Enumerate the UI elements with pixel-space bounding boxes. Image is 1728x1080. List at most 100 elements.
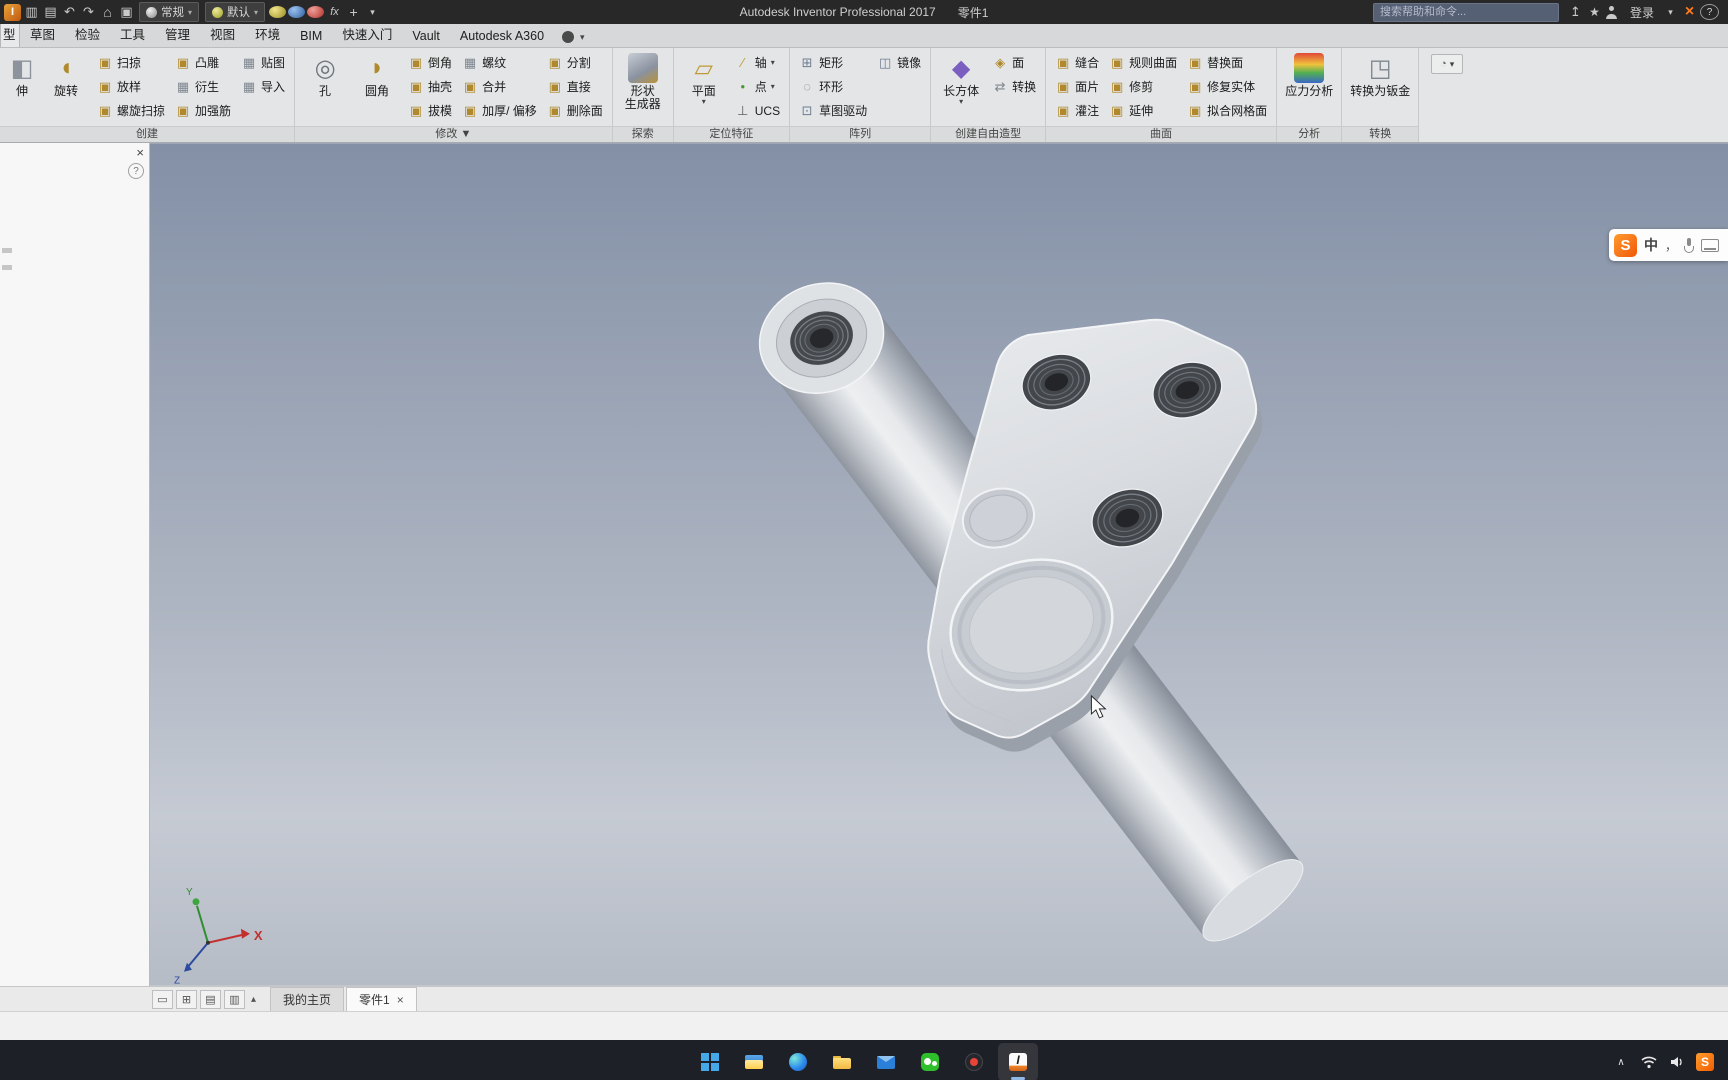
material-combo[interactable]: 常规 ▾ bbox=[139, 2, 200, 22]
freeform-face-button[interactable]: 面 bbox=[987, 51, 1041, 74]
taskbar-explorer[interactable] bbox=[734, 1043, 774, 1080]
open-icon[interactable] bbox=[23, 3, 40, 21]
ribbon-tab-3d-model[interactable]: 型 bbox=[0, 20, 20, 47]
sketch-driven-pattern-button[interactable]: 草图驱动 bbox=[794, 99, 872, 122]
mic-icon[interactable] bbox=[1684, 237, 1694, 253]
group-label-surface[interactable]: 曲面 bbox=[1046, 126, 1277, 142]
close-tab-icon[interactable]: × bbox=[397, 993, 404, 1007]
quick-launch-icon[interactable] bbox=[562, 31, 575, 43]
sphere-blue-icon[interactable] bbox=[288, 6, 306, 18]
caret-down-icon[interactable] bbox=[1662, 3, 1679, 21]
home-icon[interactable] bbox=[99, 3, 116, 21]
chamfer-button[interactable]: 倒角 bbox=[403, 51, 457, 74]
tile-horizontal-icon[interactable]: ▤ bbox=[200, 989, 221, 1009]
help-search-input[interactable] bbox=[1372, 2, 1559, 22]
taskbar-mail[interactable] bbox=[866, 1043, 906, 1080]
ime-punctuation-button[interactable]: ， bbox=[1665, 237, 1677, 254]
tile-vertical-icon[interactable]: ▥ bbox=[224, 989, 245, 1009]
appearance-combo[interactable]: 默认 ▾ bbox=[205, 2, 266, 22]
combine-button[interactable]: 合并 bbox=[457, 75, 542, 98]
save-icon[interactable] bbox=[42, 3, 59, 21]
redo-icon[interactable] bbox=[80, 3, 97, 21]
ribbon-tab-视图[interactable]: 视图 bbox=[200, 21, 245, 47]
ribbon-tab-草图[interactable]: 草图 bbox=[20, 21, 65, 47]
group-label-create[interactable]: 创建 bbox=[0, 126, 295, 142]
coil-button[interactable]: 螺旋扫掠 bbox=[92, 99, 170, 122]
split-button[interactable]: 分割 bbox=[542, 51, 608, 74]
user-icon[interactable] bbox=[1605, 5, 1622, 19]
emboss-button[interactable]: 凸雕 bbox=[170, 51, 236, 74]
rectangular-pattern-button[interactable]: 矩形 bbox=[794, 51, 872, 74]
trim-button[interactable]: 修剪 bbox=[1104, 75, 1182, 98]
customize-caret-icon[interactable] bbox=[364, 3, 381, 21]
group-label-work-features[interactable]: 定位特征 bbox=[673, 126, 790, 142]
group-label-pattern[interactable]: 阵列 bbox=[790, 126, 931, 142]
volume-icon[interactable] bbox=[1668, 1053, 1686, 1071]
doc-tab-零件1[interactable]: 零件1 × bbox=[346, 987, 417, 1011]
axis-button[interactable]: 轴▾ bbox=[730, 51, 785, 74]
group-label-simulation[interactable]: 分析 bbox=[1277, 126, 1342, 142]
group-label-explore[interactable]: 探索 bbox=[612, 126, 673, 142]
ruled-surface-button[interactable]: 规则曲面 bbox=[1104, 51, 1182, 74]
stress-analysis-button[interactable]: 应力分析 bbox=[1281, 50, 1337, 98]
hole-button[interactable]: 孔 bbox=[299, 50, 351, 98]
mirror-button[interactable]: 镜像 bbox=[872, 51, 926, 74]
taskbar-wechat[interactable] bbox=[910, 1043, 950, 1080]
app-menu-icon[interactable] bbox=[4, 3, 21, 21]
ribbon-tab-环境[interactable]: 环境 bbox=[245, 21, 290, 47]
help-icon[interactable] bbox=[1700, 4, 1719, 20]
delete-face-button[interactable]: 删除面 bbox=[542, 99, 608, 122]
import-button[interactable]: 导入 bbox=[236, 75, 290, 98]
doc-tab-我的主页[interactable]: 我的主页 bbox=[270, 987, 345, 1011]
point-button[interactable]: 点▾ bbox=[730, 75, 785, 98]
sogou-icon[interactable] bbox=[1696, 1053, 1714, 1071]
group-label-modify[interactable]: 修改 ▼ bbox=[295, 126, 612, 142]
ribbon-tab-Vault[interactable]: Vault bbox=[402, 26, 450, 47]
send-up-icon[interactable] bbox=[1567, 3, 1584, 21]
clipboard-icon[interactable] bbox=[118, 3, 135, 21]
sign-in-button[interactable]: 登录 bbox=[1630, 4, 1654, 21]
taskbar-inventor[interactable] bbox=[998, 1043, 1038, 1080]
ribbon-display-toggle[interactable]: ▾ bbox=[1431, 54, 1464, 74]
fit-mesh-face-button[interactable]: 拟合网格面 bbox=[1182, 99, 1272, 122]
caret-down-icon[interactable]: ▾ bbox=[580, 32, 585, 43]
fillet-button[interactable]: 圆角 bbox=[351, 50, 403, 98]
taskbar-folder[interactable] bbox=[822, 1043, 862, 1080]
repair-bodies-button[interactable]: 修复实体 bbox=[1182, 75, 1272, 98]
thread-button[interactable]: 螺纹 bbox=[457, 51, 542, 74]
taskbar-browser[interactable] bbox=[954, 1043, 994, 1080]
shape-generator-button[interactable]: 形状 生成器 bbox=[617, 50, 669, 111]
ribbon-tab-检验[interactable]: 检验 bbox=[65, 21, 110, 47]
convert-to-sheet-metal-button[interactable]: 转换为钣金 bbox=[1346, 50, 1414, 98]
taskbar-start[interactable] bbox=[690, 1043, 730, 1080]
viewport[interactable]: X Y Z S 中 ， bbox=[150, 143, 1728, 986]
sogou-logo[interactable]: S bbox=[1613, 233, 1637, 257]
x-logo-icon[interactable] bbox=[1681, 3, 1698, 21]
taskbar-edge[interactable] bbox=[778, 1043, 818, 1080]
chevron-up-icon[interactable] bbox=[1612, 1053, 1630, 1071]
ribbon-tab-快速入门[interactable]: 快速入门 bbox=[332, 21, 402, 47]
ucs-button[interactable]: UCS bbox=[730, 99, 785, 122]
viewport-canvas[interactable]: X Y Z bbox=[150, 143, 1728, 986]
shell-button[interactable]: 抽壳 bbox=[403, 75, 457, 98]
favorites-star-icon[interactable] bbox=[1586, 3, 1603, 21]
measure-plus-icon[interactable] bbox=[345, 3, 362, 21]
stitch-button[interactable]: 缝合 bbox=[1050, 51, 1104, 74]
ime-language-button[interactable]: 中 bbox=[1644, 235, 1658, 255]
patch-button[interactable]: 面片 bbox=[1050, 75, 1104, 98]
ribbon-tab-BIM[interactable]: BIM bbox=[290, 26, 332, 47]
plane-button[interactable]: 平面▾ bbox=[678, 50, 730, 106]
direct-edit-button[interactable]: 直接 bbox=[542, 75, 608, 98]
group-label-freeform[interactable]: 创建自由造型 bbox=[931, 126, 1046, 142]
ribbon-tab-Autodesk A360[interactable]: Autodesk A360 bbox=[450, 26, 554, 47]
freeform-box-button[interactable]: 长方体▾ bbox=[935, 50, 987, 106]
revolve-button[interactable]: 旋转 bbox=[40, 50, 92, 98]
collapse-doc-bar-button[interactable]: ▴ bbox=[251, 994, 256, 1005]
ribbon-tab-管理[interactable]: 管理 bbox=[155, 21, 200, 47]
sculpt-button[interactable]: 灌注 bbox=[1050, 99, 1104, 122]
replace-face-button[interactable]: 替换面 bbox=[1182, 51, 1272, 74]
derive-button[interactable]: 衍生 bbox=[170, 75, 236, 98]
sphere-gold-icon[interactable] bbox=[269, 6, 287, 18]
extrude-button[interactable]: 伸 bbox=[4, 50, 40, 98]
close-panel-icon[interactable]: × bbox=[136, 145, 144, 160]
